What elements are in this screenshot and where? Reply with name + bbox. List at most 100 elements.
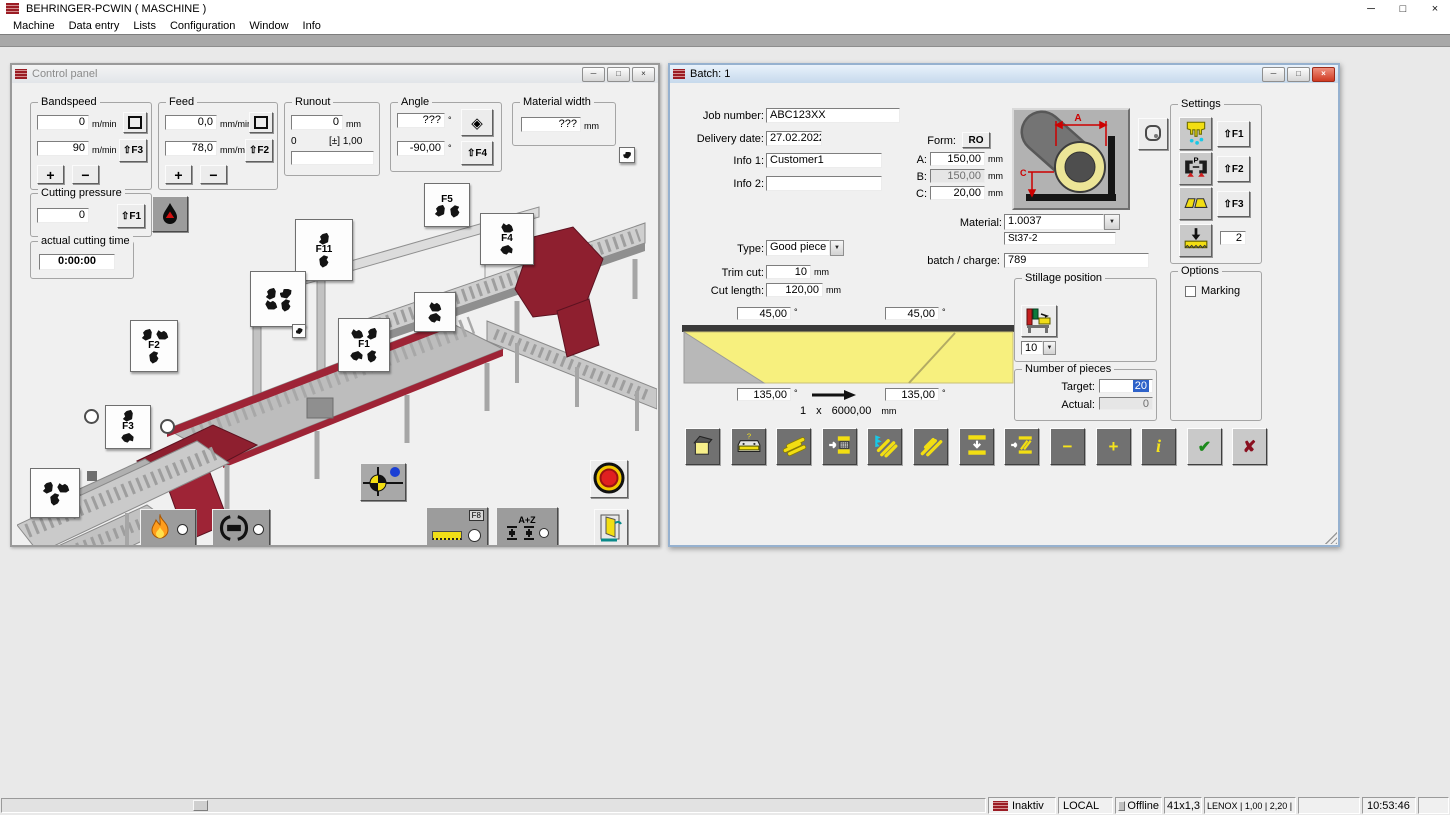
toolbar-feed-in-button[interactable]: [822, 428, 857, 465]
profile-select-button[interactable]: [1138, 118, 1168, 150]
clamp-button[interactable]: [212, 509, 270, 545]
angle-set-field[interactable]: -90,00: [397, 141, 445, 156]
close-icon[interactable]: ×: [1312, 67, 1335, 82]
blade-f8-button[interactable]: F8: [426, 507, 488, 545]
angle-actual-field[interactable]: ???: [397, 113, 445, 128]
type-dropdown-icon[interactable]: ▼: [830, 240, 844, 256]
bandspeed-display-button[interactable]: [123, 112, 147, 133]
toolbar-piece-button[interactable]: [685, 428, 720, 465]
toolbar-cancel-button[interactable]: ✘: [1232, 428, 1267, 465]
machine-hand-button-b[interactable]: [414, 292, 456, 332]
stillage-position-combo[interactable]: 10: [1021, 341, 1043, 355]
machine-indicator-button-1[interactable]: [84, 409, 99, 424]
dim-a-field[interactable]: 150,00: [930, 152, 985, 166]
toolbar-info-button[interactable]: i: [1141, 428, 1176, 465]
menu-window[interactable]: Window: [242, 20, 295, 32]
blade-count-field[interactable]: 2: [1220, 231, 1246, 245]
maximize-icon[interactable]: □: [1394, 3, 1412, 15]
restore-icon[interactable]: □: [1287, 67, 1310, 82]
machine-hand-button-c[interactable]: [30, 468, 80, 518]
feed-f2-button[interactable]: ⇧F2: [245, 139, 273, 162]
menu-data-entry[interactable]: Data entry: [62, 20, 127, 32]
type-combo[interactable]: Good piece: [766, 240, 830, 256]
resize-grip[interactable]: [1325, 532, 1337, 544]
toolbar-plus-button[interactable]: +: [1096, 428, 1131, 465]
angle-f4-button[interactable]: ⇧F4: [461, 141, 493, 165]
toolbar-cut-list-button[interactable]: [867, 428, 902, 465]
restore-icon[interactable]: □: [607, 67, 630, 82]
minimize-icon[interactable]: ─: [1262, 67, 1285, 82]
bandspeed-actual-field[interactable]: 0: [37, 115, 89, 130]
toolbar-bundle-button[interactable]: [776, 428, 811, 465]
feed-plus-button[interactable]: +: [165, 165, 192, 184]
stillage-button[interactable]: [1021, 305, 1057, 337]
dim-c-field[interactable]: 20,00: [930, 186, 985, 200]
cutting-pressure-field[interactable]: 0: [37, 208, 89, 223]
runout-field[interactable]: 0: [291, 115, 343, 130]
material-combo[interactable]: 1.0037: [1004, 214, 1104, 230]
menu-configuration[interactable]: Configuration: [163, 20, 242, 32]
info2-field[interactable]: [766, 176, 882, 191]
angle-top-right-field[interactable]: 45,00: [885, 307, 939, 320]
bandspeed-f3-button[interactable]: ⇧F3: [119, 139, 147, 162]
toolbar-minus-button[interactable]: −: [1050, 428, 1085, 465]
machine-function-button-f1[interactable]: F1: [338, 318, 390, 372]
menu-machine[interactable]: Machine: [6, 20, 62, 32]
machine-hand-button-a[interactable]: [250, 271, 306, 327]
close-icon[interactable]: ×: [632, 67, 655, 82]
minimize-icon[interactable]: ─: [1362, 3, 1380, 15]
delivery-date-field[interactable]: 27.02.2022: [766, 131, 822, 146]
marking-checkbox[interactable]: [1185, 286, 1196, 297]
info1-field[interactable]: Customer1: [766, 153, 882, 168]
bandspeed-set-field[interactable]: 90: [37, 141, 89, 156]
feed-display-button[interactable]: [249, 112, 273, 133]
menu-info[interactable]: Info: [296, 20, 328, 32]
feed-actual-field[interactable]: 0,0: [165, 115, 217, 130]
settings-f2-button[interactable]: ⇧F2: [1217, 156, 1250, 182]
material-dropdown-icon[interactable]: ▼: [1104, 214, 1120, 230]
torch-button[interactable]: [140, 509, 196, 545]
machine-corner-button[interactable]: [619, 147, 635, 163]
batch-charge-field[interactable]: 789: [1004, 253, 1149, 268]
close-icon[interactable]: ×: [1426, 3, 1444, 15]
machine-function-button-f2[interactable]: F2: [130, 320, 178, 372]
blade-feed-button[interactable]: [1179, 224, 1212, 257]
machine-indicator-button-2[interactable]: [160, 419, 175, 434]
angle-reference-button[interactable]: ◈: [461, 109, 493, 136]
machine-function-button-f3[interactable]: F3: [105, 405, 151, 449]
angle-bottom-right-field[interactable]: 135,00: [885, 388, 939, 401]
stillage-dropdown-icon[interactable]: ▼: [1043, 341, 1056, 355]
job-number-field[interactable]: ABC123XX: [766, 108, 900, 123]
coolant-settings-button[interactable]: [1179, 117, 1212, 150]
mdi-scrollbar-thumb[interactable]: [193, 800, 208, 811]
reference-point-button[interactable]: [360, 463, 406, 501]
minimize-icon[interactable]: ─: [582, 67, 605, 82]
angle-top-left-field[interactable]: 45,00: [737, 307, 791, 320]
trim-cut-field[interactable]: 10: [766, 265, 811, 279]
feed-set-field[interactable]: 78,0: [165, 141, 217, 156]
batch-title-bar[interactable]: Batch: 1 ─ □ ×: [670, 65, 1338, 83]
toolbar-hatch-button[interactable]: [913, 428, 948, 465]
settings-f1-button[interactable]: ⇧F1: [1217, 121, 1250, 147]
toolbar-machine-button[interactable]: ?: [731, 428, 766, 465]
control-panel-title-bar[interactable]: Control panel ─ □ ×: [12, 65, 658, 83]
profile-settings-button[interactable]: [1179, 187, 1212, 220]
cutting-pressure-f1-button[interactable]: ⇧F1: [117, 204, 145, 228]
feed-minus-button[interactable]: −: [200, 165, 227, 184]
cut-length-field[interactable]: 120,00: [766, 283, 823, 297]
form-button[interactable]: RO: [962, 132, 990, 148]
toolbar-clamp-down-button[interactable]: [959, 428, 994, 465]
target-field[interactable]: 20: [1099, 379, 1153, 393]
menu-lists[interactable]: Lists: [126, 20, 163, 32]
toolbar-feed-position-button[interactable]: [1004, 428, 1039, 465]
bandspeed-plus-button[interactable]: +: [37, 165, 64, 184]
machine-sensor-button[interactable]: [292, 324, 306, 338]
coolant-button[interactable]: [152, 196, 188, 232]
vise-az-button[interactable]: A+Z: [496, 507, 558, 545]
machine-function-button-f5[interactable]: F5: [424, 183, 470, 227]
material-width-field[interactable]: ???: [521, 117, 581, 132]
machine-function-button-f4[interactable]: F4: [480, 213, 534, 265]
clamping-settings-button[interactable]: P: [1179, 152, 1212, 185]
angle-bottom-left-field[interactable]: 135,00: [737, 388, 791, 401]
settings-f3-button[interactable]: ⇧F3: [1217, 191, 1250, 217]
